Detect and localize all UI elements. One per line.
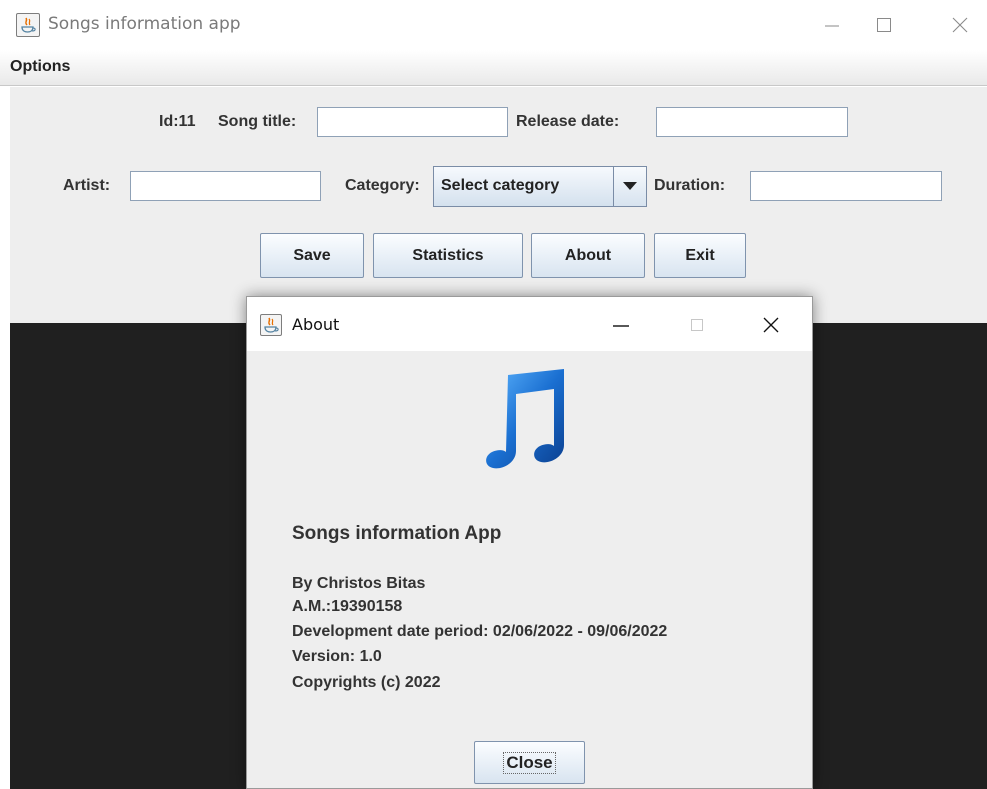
- about-am-number: A.M.:19390158: [292, 598, 403, 615]
- about-button[interactable]: About: [531, 233, 645, 278]
- minimize-button[interactable]: [804, 0, 860, 50]
- category-selected-value: Select category: [441, 177, 560, 194]
- about-dialog: About Songs information App By Christos …: [246, 296, 813, 789]
- close-icon: [763, 317, 779, 333]
- artist-input[interactable]: [130, 171, 321, 201]
- about-close-button[interactable]: Close: [474, 741, 585, 784]
- music-note-icon: [486, 369, 564, 469]
- maximize-icon: [691, 319, 703, 331]
- category-select[interactable]: Select category: [433, 166, 647, 207]
- about-app-name: Songs information App: [292, 523, 502, 544]
- chevron-down-icon: [623, 182, 637, 190]
- about-minimize-button[interactable]: [601, 309, 641, 341]
- window-title: Songs information app: [48, 14, 241, 34]
- category-dropdown-button[interactable]: [613, 167, 646, 206]
- release-date-label: Release date:: [516, 113, 620, 130]
- main-titlebar[interactable]: Songs information app: [0, 0, 987, 50]
- id-label: Id:11: [159, 113, 196, 130]
- about-close-window-button[interactable]: [751, 309, 791, 341]
- about-author: By Christos Bitas: [292, 575, 426, 592]
- song-title-label: Song title:: [218, 113, 297, 130]
- save-button[interactable]: Save: [260, 233, 364, 278]
- about-copyright: Copyrights (c) 2022: [292, 674, 441, 691]
- close-window-button[interactable]: [932, 0, 987, 50]
- maximize-button[interactable]: [856, 0, 912, 50]
- java-app-icon: [16, 13, 40, 37]
- category-label: Category:: [345, 177, 420, 194]
- java-app-icon: [260, 314, 282, 336]
- song-title-input[interactable]: [317, 107, 508, 137]
- window-left-border: [0, 87, 10, 789]
- exit-button[interactable]: Exit: [654, 233, 746, 278]
- close-icon: [952, 17, 968, 33]
- about-close-label: Close: [503, 751, 556, 774]
- statistics-button[interactable]: Statistics: [373, 233, 523, 278]
- about-version: Version: 1.0: [292, 648, 382, 665]
- about-development-period: Development date period: 02/06/2022 - 09…: [292, 623, 668, 640]
- artist-label: Artist:: [63, 177, 111, 194]
- duration-input[interactable]: [750, 171, 942, 201]
- menu-options[interactable]: Options: [10, 58, 70, 76]
- minimize-icon: [825, 25, 839, 27]
- maximize-icon: [877, 18, 891, 32]
- about-dialog-titlebar[interactable]: About: [247, 297, 812, 351]
- menu-bar: Options: [0, 50, 987, 86]
- minimize-icon: [613, 325, 629, 327]
- about-dialog-title: About: [292, 315, 340, 334]
- about-maximize-button: [677, 309, 717, 341]
- release-date-input[interactable]: [656, 107, 848, 137]
- duration-label: Duration:: [654, 177, 726, 194]
